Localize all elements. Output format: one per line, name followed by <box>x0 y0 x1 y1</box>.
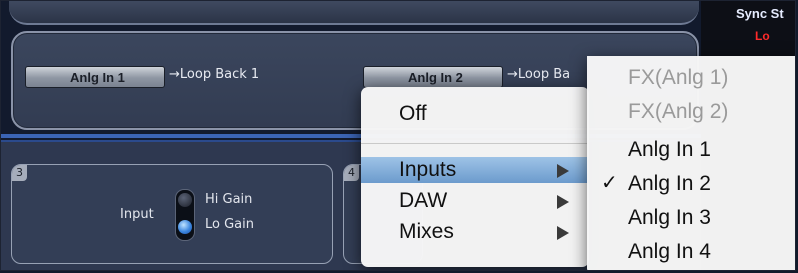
source-button-1[interactable]: Anlg In 1 <box>25 66 165 88</box>
menu-item-label: DAW <box>399 189 448 212</box>
gain-toggle-switch[interactable] <box>175 189 195 241</box>
checkmark-icon: ✓ <box>601 172 618 194</box>
submenu-item-fx-anlg-2: FX(Anlg 2) <box>587 96 795 127</box>
submenu-item-fx-anlg-1: FX(Anlg 1) <box>587 62 795 93</box>
submenu-item-anlg-in-4[interactable]: Anlg In 4 <box>587 236 795 267</box>
submenu-item-label: Anlg In 3 <box>628 206 711 229</box>
hi-gain-label: Hi Gain <box>205 192 253 207</box>
menu-item-mixes[interactable]: Mixes <box>361 219 589 245</box>
route-label-loopback-2: →Loop Ba <box>507 67 571 82</box>
submenu-item-label: Anlg In 2 <box>628 172 711 195</box>
routing-context-menu: Off Inputs DAW Mixes <box>361 87 589 267</box>
submenu-arrow-icon <box>557 226 569 240</box>
menu-item-label: Off <box>399 102 427 125</box>
lo-gain-led-icon <box>178 220 192 234</box>
submenu-item-label: Anlg In 4 <box>628 240 711 263</box>
menu-item-off[interactable]: Off <box>361 101 589 127</box>
channel-number: 4 <box>344 165 359 181</box>
sync-lock-indicator: Lo <box>755 29 770 43</box>
input-label: Input <box>120 207 154 222</box>
menu-item-daw[interactable]: DAW <box>361 188 589 214</box>
menu-item-inputs[interactable]: Inputs <box>361 157 589 183</box>
lo-gain-label: Lo Gain <box>205 217 254 232</box>
submenu-item-label: Anlg In 1 <box>628 138 711 161</box>
menu-item-label: Mixes <box>399 220 454 243</box>
submenu-item-label: FX(Anlg 1) <box>628 66 729 89</box>
inputs-submenu: FX(Anlg 1) FX(Anlg 2) Anlg In 1 ✓ Anlg I… <box>587 56 795 270</box>
submenu-item-anlg-in-1[interactable]: Anlg In 1 <box>587 134 795 165</box>
source-button-2[interactable]: Anlg In 2 <box>363 66 503 88</box>
channel-3: 3 Input Hi Gain Lo Gain <box>11 164 333 264</box>
submenu-arrow-icon <box>557 164 569 178</box>
sync-status-title: Sync St <box>736 6 784 21</box>
menu-item-label: Inputs <box>399 158 457 181</box>
submenu-item-anlg-in-3[interactable]: Anlg In 3 <box>587 202 795 233</box>
top-panel-edge <box>9 1 699 25</box>
channel-number: 3 <box>12 165 27 181</box>
hi-gain-led-icon <box>178 193 192 207</box>
submenu-item-anlg-in-2[interactable]: ✓ Anlg In 2 <box>587 168 795 199</box>
submenu-item-label: FX(Anlg 2) <box>628 100 729 123</box>
app-window: Anlg In 1 →Loop Back 1 Anlg In 2 →Loop B… <box>0 0 796 271</box>
route-label-loopback-1: →Loop Back 1 <box>169 67 260 82</box>
submenu-arrow-icon <box>557 195 569 209</box>
menu-separator <box>361 143 589 144</box>
